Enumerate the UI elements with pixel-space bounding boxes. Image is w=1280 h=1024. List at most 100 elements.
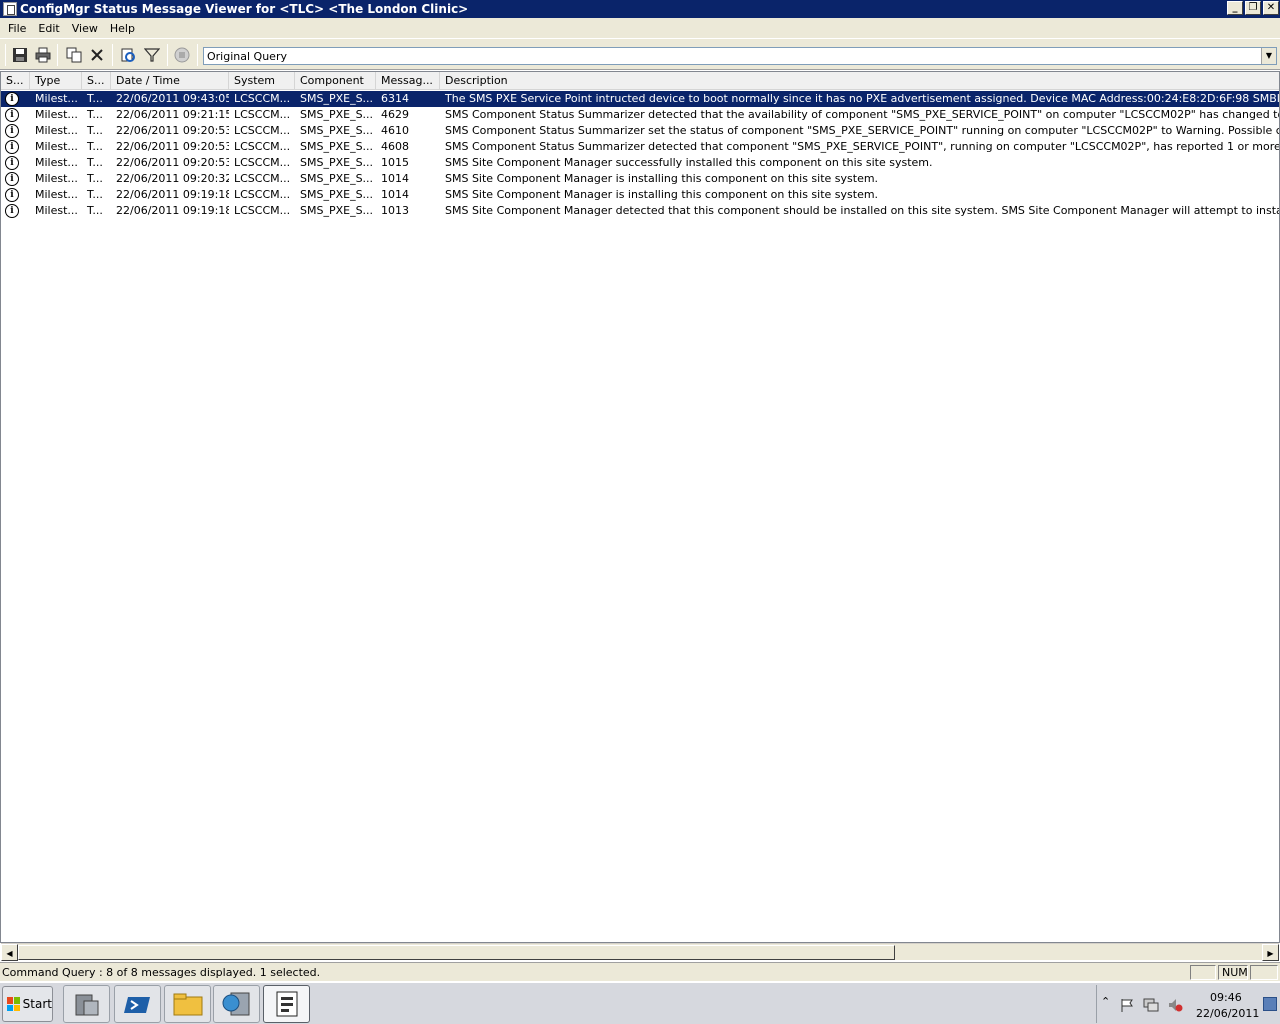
cell-message-id: 1015 [381,156,409,169]
taskbar-powershell[interactable] [114,985,161,1023]
cell-component: SMS_PXE_S... [300,204,374,217]
cell-component: SMS_PXE_S... [300,172,374,185]
show-desktop-icon[interactable] [1263,997,1277,1011]
scroll-left-button[interactable]: ◀ [1,944,18,961]
cell-type: Milest... [35,108,78,121]
clock-time[interactable]: 09:46 [1210,991,1242,1004]
info-icon: i [5,172,19,186]
cell-component: SMS_PXE_S... [300,156,374,169]
column-component[interactable]: Component [295,72,376,89]
cell-type: Milest... [35,140,78,153]
info-icon: i [5,204,19,218]
menu-file[interactable]: File [2,22,32,35]
app-icon[interactable] [3,2,17,16]
taskbar-explorer[interactable] [164,985,211,1023]
folder-icon [173,993,202,1016]
cell-source: T... [87,92,103,105]
refresh-icon [121,48,135,62]
query-value: Original Query [207,50,287,63]
column-system[interactable]: System [229,72,295,89]
table-row[interactable]: i Milest... T... 22/06/2011 09:20:53 LCSCCM.… [1,139,1279,155]
status-message-list[interactable]: S... Type S... Date / Time System Compon… [0,71,1280,943]
table-row[interactable]: i Milest... T... 22/06/2011 09:20:32 LCSCCM.… [1,171,1279,187]
table-row[interactable]: i Milest... T... 22/06/2011 09:43:05 LCSCCM.… [1,91,1279,107]
menu-bar: File Edit View Help [0,18,1280,38]
copy-button[interactable] [63,44,85,66]
menu-help[interactable]: Help [104,22,141,35]
toolbar-separator [167,44,168,66]
close-button[interactable]: ✕ [1263,1,1279,15]
network-icon[interactable] [1143,997,1159,1013]
table-row[interactable]: i Milest... T... 22/06/2011 09:19:18 LCSCCM.… [1,187,1279,203]
column-datetime[interactable]: Date / Time [111,72,229,89]
menu-view[interactable]: View [66,22,104,35]
cell-source: T... [87,172,103,185]
filter-button[interactable] [141,44,163,66]
cell-datetime: 22/06/2011 09:19:18 [116,188,229,201]
column-source[interactable]: S... [82,72,111,89]
print-button[interactable] [32,44,54,66]
taskbar-configmgr-console[interactable] [213,985,260,1023]
cell-source: T... [87,188,103,201]
cell-type: Milest... [35,172,78,185]
taskbar-server-manager[interactable] [63,985,110,1023]
column-description[interactable]: Description [440,72,1279,89]
print-icon [35,47,51,63]
stop-icon [174,47,190,63]
save-button[interactable] [9,44,31,66]
cell-system: LCSCCM... [234,108,291,121]
taskbar: Start ⌃ 09:46 22/06/2011 [0,982,1280,1024]
cell-message-id: 4629 [381,108,409,121]
status-bar: Command Query : 8 of 8 messages displaye… [0,962,1280,981]
table-row[interactable]: i Milest... T... 22/06/2011 09:21:15 LCSCCM.… [1,107,1279,123]
stop-button[interactable] [171,44,193,66]
chevron-down-icon[interactable]: ▼ [1261,48,1276,64]
cell-description: SMS Site Component Manager successfully … [445,156,933,169]
status-text: Command Query : 8 of 8 messages displaye… [2,966,321,979]
refresh-button[interactable] [117,44,139,66]
cell-source: T... [87,140,103,153]
restore-button[interactable]: ❐ [1245,1,1261,15]
cell-datetime: 22/06/2011 09:20:53 [116,156,229,169]
action-center-flag-icon[interactable] [1119,997,1135,1013]
minimize-button[interactable]: _ [1227,1,1243,15]
num-lock-indicator: NUM [1218,965,1248,980]
cell-system: LCSCCM... [234,188,291,201]
query-selector[interactable]: Original Query ▼ [203,47,1277,65]
menu-edit[interactable]: Edit [32,22,65,35]
cell-type: Milest... [35,188,78,201]
cell-source: T... [87,108,103,121]
column-type[interactable]: Type [30,72,82,89]
toolbar-separator [112,44,113,66]
horizontal-scrollbar[interactable]: ◀ ▶ [1,943,1279,961]
column-severity[interactable]: S... [1,72,30,89]
filter-icon [144,48,160,62]
volume-muted-icon[interactable] [1167,997,1183,1013]
window-controls: _ ❐ ✕ [1227,1,1279,15]
cell-message-id: 4610 [381,124,409,137]
table-row[interactable]: i Milest... T... 22/06/2011 09:20:53 LCSCCM.… [1,155,1279,171]
configmgr-console-icon [222,992,249,1016]
scrollbar-thumb[interactable] [18,945,895,960]
toolbar-separator [5,44,6,66]
toolbar-separator [197,44,198,66]
cell-message-id: 4608 [381,140,409,153]
cell-description: SMS Component Status Summarizer detected… [445,140,1279,153]
cell-description: SMS Component Status Summarizer set the … [445,124,1279,137]
table-row[interactable]: i Milest... T... 22/06/2011 09:19:18 LCSCCM.… [1,203,1279,219]
show-hidden-icons-icon[interactable]: ⌃ [1101,995,1110,1008]
delete-button[interactable] [86,44,108,66]
column-message-id[interactable]: Messag... [376,72,440,89]
info-icon: i [5,156,19,170]
cell-datetime: 22/06/2011 09:19:18 [116,204,229,217]
taskbar-status-message-viewer[interactable] [263,985,310,1023]
clock-date[interactable]: 22/06/2011 [1196,1007,1259,1020]
start-button[interactable]: Start [2,986,53,1022]
scroll-right-button[interactable]: ▶ [1262,944,1279,961]
cell-message-id: 1014 [381,172,409,185]
start-label: Start [22,997,52,1011]
toolbar: Original Query ▼ [0,38,1280,70]
status-message-viewer-icon [276,991,297,1017]
table-row[interactable]: i Milest... T... 22/06/2011 09:20:53 LCSCCM.… [1,123,1279,139]
info-icon: i [5,92,19,106]
